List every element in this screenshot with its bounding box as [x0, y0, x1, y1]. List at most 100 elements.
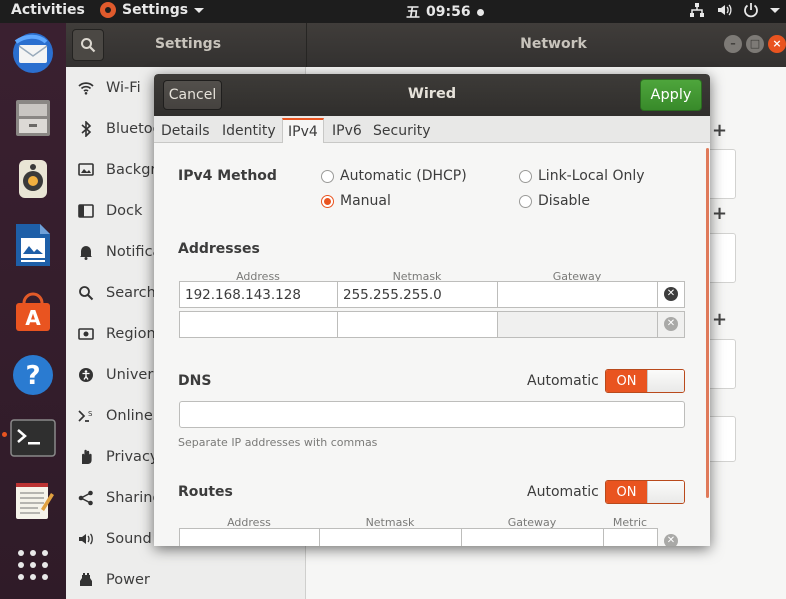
switch-on-label: ON	[606, 370, 647, 392]
system-tray[interactable]	[689, 2, 780, 18]
sidebar-item-label: Wi-Fi	[106, 79, 141, 96]
settings-headerbar: Settings Network – □ ×	[66, 23, 786, 67]
bell-icon	[78, 244, 94, 260]
ipv4-settings: IPv4 Method Automatic (DHCP) Link-Local …	[154, 143, 710, 546]
privacy-icon	[78, 449, 94, 465]
activities-button[interactable]: Activities	[11, 2, 85, 18]
search-icon	[78, 285, 94, 301]
help-icon[interactable]: ?	[9, 351, 57, 399]
radio-automatic-dhcp[interactable]: Automatic (DHCP)	[321, 168, 467, 184]
radio-indicator	[321, 169, 334, 183]
gateway-field[interactable]	[497, 281, 658, 308]
power-menu-icon[interactable]	[743, 2, 759, 18]
delete-address-button[interactable]: ✕	[664, 287, 678, 301]
dns-automatic-switch[interactable]: ON	[605, 369, 685, 393]
radio-indicator	[519, 169, 532, 183]
add-proxy-icon[interactable]: +	[712, 309, 727, 330]
address-field[interactable]	[179, 311, 338, 338]
routes-automatic-label: Automatic	[527, 484, 599, 500]
radio-indicator-selected	[321, 194, 334, 208]
maximize-button[interactable]: □	[746, 35, 764, 53]
file-manager-icon[interactable]	[9, 93, 57, 141]
writer-icon[interactable]	[9, 221, 57, 269]
tab-ipv6[interactable]: IPv6	[327, 119, 367, 143]
tab-identity[interactable]: Identity	[217, 119, 281, 143]
delete-address-button[interactable]: ✕	[664, 317, 678, 331]
thunderbird-icon[interactable]	[9, 29, 57, 77]
search-button[interactable]	[72, 29, 104, 61]
dns-hint: Separate IP addresses with commas	[178, 436, 378, 449]
routes-automatic-switch[interactable]: ON	[605, 480, 685, 504]
universal-access-icon	[78, 367, 94, 383]
radio-disable[interactable]: Disable	[519, 193, 590, 209]
top-bar: Activities Settings 五 09:56	[0, 0, 786, 23]
volume-icon[interactable]	[716, 2, 732, 18]
radio-label: Link-Local Only	[538, 168, 645, 184]
running-indicator-icon	[2, 432, 7, 437]
settings-app-icon	[100, 2, 116, 18]
network-icon[interactable]	[689, 2, 705, 18]
route-metric-field[interactable]	[603, 528, 658, 546]
add-connection-icon[interactable]: +	[712, 120, 727, 141]
sidebar-item-label: Search	[106, 284, 156, 301]
switch-on-label: ON	[606, 481, 647, 503]
app-menu[interactable]: Settings	[100, 2, 205, 18]
addresses-label: Addresses	[178, 241, 260, 257]
chevron-down-icon	[194, 7, 205, 13]
show-applications-icon[interactable]	[9, 541, 57, 589]
route-netmask-field[interactable]	[319, 528, 462, 546]
switch-knob	[647, 370, 684, 392]
share-icon	[78, 490, 94, 506]
window-controls: – □ ×	[724, 35, 786, 53]
dock: A ?	[0, 23, 66, 599]
dns-label: DNS	[178, 373, 212, 389]
dock-icon	[78, 203, 94, 219]
search-icon	[81, 38, 96, 53]
route-gateway-field[interactable]	[461, 528, 604, 546]
app-menu-label: Settings	[122, 2, 189, 18]
online-accounts-icon: S	[78, 408, 94, 424]
netmask-field[interactable]: 255.255.255.0	[337, 281, 498, 308]
text-editor-icon[interactable]	[9, 477, 57, 525]
rhythmbox-icon[interactable]	[9, 154, 57, 202]
delete-route-button[interactable]: ✕	[664, 534, 678, 546]
tab-security[interactable]: Security	[368, 119, 436, 143]
radio-manual[interactable]: Manual	[321, 193, 391, 209]
terminal-icon[interactable]	[9, 414, 57, 462]
dns-input[interactable]	[179, 401, 685, 428]
sound-icon	[78, 531, 94, 547]
tab-ipv4[interactable]: IPv4	[282, 118, 324, 144]
cancel-button[interactable]: Cancel	[163, 80, 222, 110]
svg-text:?: ?	[25, 361, 40, 391]
chevron-down-icon[interactable]	[770, 7, 780, 13]
wired-dialog: Cancel Wired Apply Details Identity IPv4…	[154, 74, 710, 546]
radio-link-local-only[interactable]: Link-Local Only	[519, 168, 645, 184]
sidebar-item-label: Dock	[106, 202, 143, 219]
bluetooth-icon	[78, 120, 94, 137]
add-vpn-icon[interactable]: +	[712, 203, 727, 224]
settings-title: Settings	[154, 36, 222, 52]
apply-button[interactable]: Apply	[640, 79, 702, 111]
dialog-title: Wired	[407, 86, 457, 102]
sidebar-item-label: Power	[106, 571, 150, 588]
sidebar-item-power[interactable]: Power	[66, 559, 306, 599]
clock-time: 09:56	[426, 4, 471, 20]
gateway-field[interactable]	[497, 311, 658, 338]
radio-label: Disable	[538, 193, 590, 209]
software-center-icon[interactable]: A	[9, 287, 57, 335]
radio-indicator	[519, 194, 532, 208]
dns-automatic-label: Automatic	[527, 373, 599, 389]
headerbar-divider	[306, 23, 307, 67]
close-button[interactable]: ×	[768, 35, 786, 53]
svg-text:A: A	[25, 306, 41, 330]
clock[interactable]: 五 09:56	[406, 2, 484, 22]
netmask-field[interactable]	[337, 311, 498, 338]
notification-dot-icon	[476, 8, 484, 16]
minimize-button[interactable]: –	[724, 35, 742, 53]
route-address-field[interactable]	[179, 528, 320, 546]
dialog-scrollbar[interactable]	[706, 148, 709, 498]
panel-title: Network	[520, 36, 587, 52]
region-icon	[78, 326, 94, 342]
address-field[interactable]: 192.168.143.128	[179, 281, 338, 308]
tab-details[interactable]: Details	[156, 119, 215, 143]
